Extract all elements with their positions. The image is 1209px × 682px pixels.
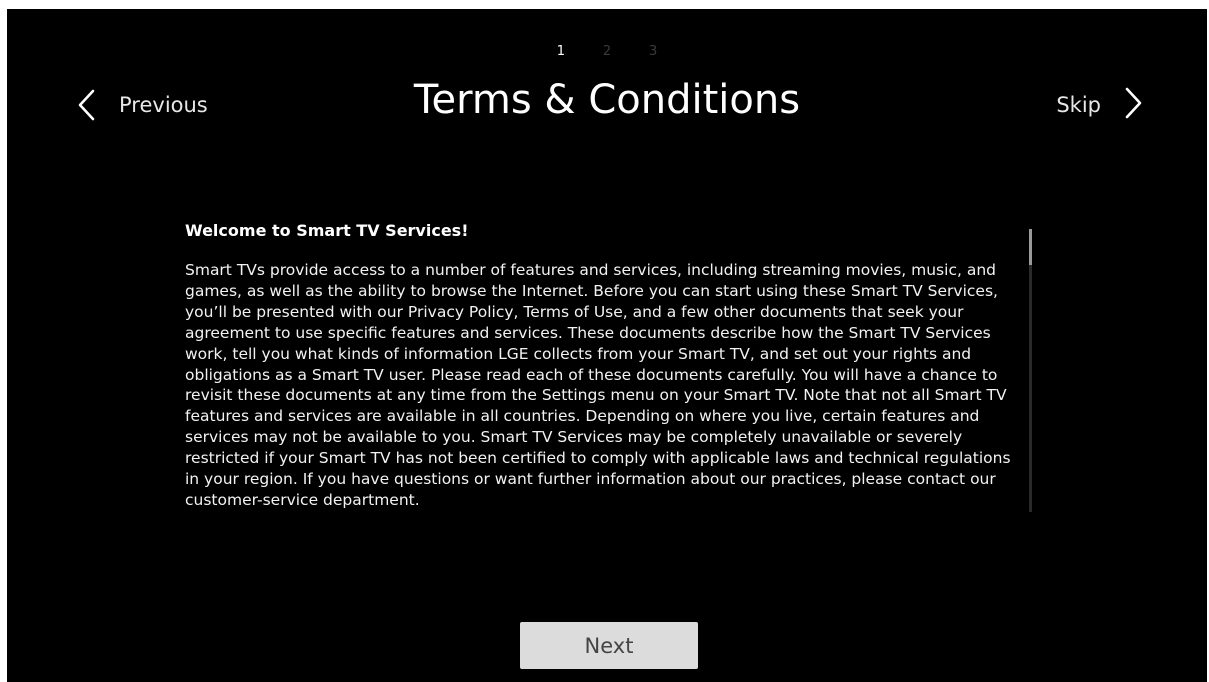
step-3: 3: [649, 44, 658, 59]
step-2: 2: [602, 44, 612, 59]
step-indicator: 1 2 3: [7, 44, 1207, 59]
chevron-right-icon: [1123, 86, 1143, 124]
scrollbar[interactable]: [1029, 229, 1032, 512]
tv-screen: 1 2 3 Previous Terms & Conditions Skip W…: [7, 9, 1207, 682]
skip-button[interactable]: Skip: [1056, 87, 1143, 123]
skip-label: Skip: [1056, 93, 1101, 117]
document-body: Smart TVs provide access to a number of …: [185, 261, 1011, 509]
page-title: Terms & Conditions: [413, 77, 801, 123]
terms-document: Welcome to Smart TV Services! Smart TVs …: [185, 221, 1025, 511]
step-1: 1: [556, 44, 565, 59]
next-button[interactable]: Next: [520, 622, 698, 669]
document-heading: Welcome to Smart TV Services!: [185, 221, 469, 240]
scrollbar-thumb[interactable]: [1029, 229, 1032, 265]
